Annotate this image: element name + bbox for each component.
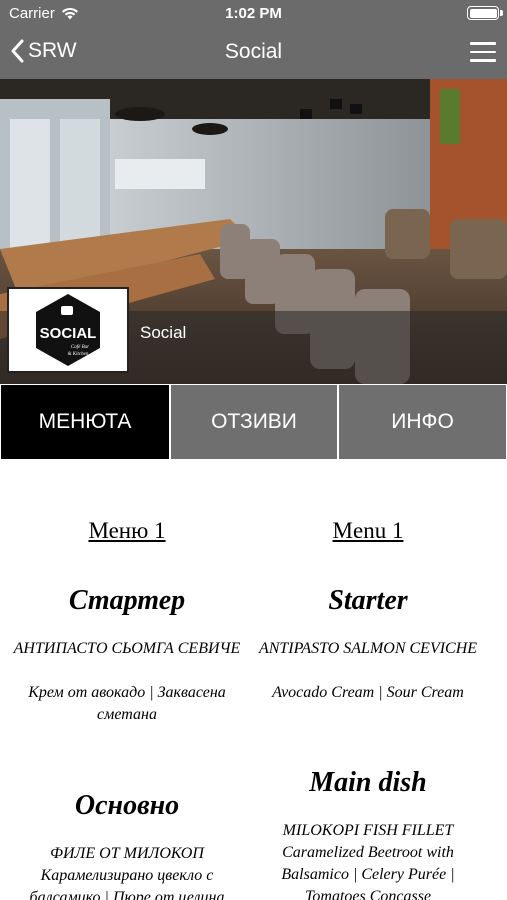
dish-name-main-en: MILOKOPI FISH FILLET (282, 822, 454, 839)
tab-menus[interactable]: МЕНЮТА (0, 384, 170, 460)
dish-desc-main-en: Caramelized Beetroot with Balsamico | Ce… (281, 844, 455, 900)
dish-name-starter-bg: АНТИПАСТО СЬОМГА СЕВИЧЕ (13, 640, 241, 657)
social-logo-icon: SOCIAL Café Bar & Kitchen (36, 294, 100, 366)
segment-tabs: МЕНЮТА ОТЗИВИ ИНФО (0, 384, 507, 460)
section-main-bg: Основно (74, 790, 180, 821)
section-main-en: Main dish (309, 767, 427, 798)
venue-logo: SOCIAL Café Bar & Kitchen (7, 287, 129, 373)
menu-content: Меню 1 Стартер АНТИПАСТО СЬОМГА СЕВИЧЕ К… (0, 460, 507, 900)
svg-text:SOCIAL: SOCIAL (40, 325, 97, 342)
section-starter-en: Starter (328, 585, 408, 616)
menu-title-en[interactable]: Menu 1 (241, 518, 495, 544)
status-bar: Carrier 1:02 PM (0, 0, 507, 26)
page-title: Social (224, 40, 283, 63)
battery-icon (467, 6, 503, 20)
dish-desc-main-bg: Карамелизирано цвекло с балсамико | Пюре… (29, 867, 225, 900)
status-time: 1:02 PM (225, 5, 282, 22)
hamburger-menu-icon[interactable] (470, 42, 496, 62)
svg-text:Café Bar: Café Bar (71, 345, 89, 350)
section-starter-bg: Стартер (68, 585, 186, 616)
tab-info[interactable]: ИНФО (338, 384, 507, 460)
navigation-bar: SRW Social (0, 26, 507, 79)
dish-name-starter-en: ANTIPASTO SALMON CEVICHE (258, 640, 478, 657)
svg-text:& Kitchen: & Kitchen (68, 352, 89, 357)
dish-desc-starter-en: Avocado Cream | Sour Cream (272, 684, 464, 701)
app-header: Carrier 1:02 PM SRW Social (0, 0, 507, 79)
tab-reviews[interactable]: ОТЗИВИ (170, 384, 338, 460)
venue-name: Social (140, 323, 187, 342)
restaurant-hero-image: SOCIAL Café Bar & Kitchen Social (0, 79, 507, 384)
dish-name-main-bg: ФИЛЕ ОТ МИЛОКОП (50, 845, 204, 862)
dish-desc-starter-bg: Крем от авокадо | Заквасена сметана (28, 684, 226, 723)
menu-title-bg[interactable]: Меню 1 (0, 518, 254, 544)
